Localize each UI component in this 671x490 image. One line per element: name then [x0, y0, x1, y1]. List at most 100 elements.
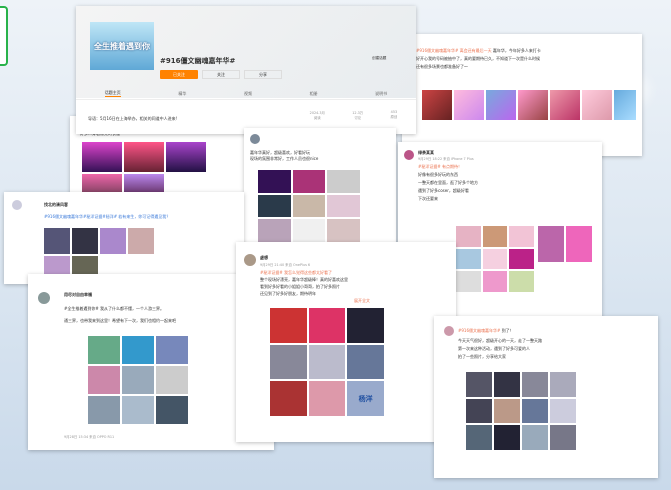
post-photo[interactable] — [486, 90, 516, 120]
grid-photo[interactable] — [482, 226, 508, 247]
grid-photo[interactable] — [550, 425, 576, 450]
avatar[interactable] — [444, 326, 454, 336]
post-photo[interactable] — [550, 90, 580, 120]
grid-photo[interactable] — [456, 271, 481, 292]
tab-home[interactable]: 话题主页 — [104, 90, 121, 97]
grid-photo[interactable] — [292, 219, 326, 242]
post-photo[interactable] — [582, 90, 612, 120]
post-photo[interactable] — [72, 256, 98, 276]
grid-photo[interactable] — [292, 194, 326, 218]
post-time: 9月29日 18:22 来自 iPhone 7 Plus — [418, 157, 474, 161]
post-text: #916僵文幽魂嘉年华#秘洋证据#秘洋# 若有来生，你可记得遇见我？ — [44, 214, 171, 219]
tab-album[interactable]: 相册 — [310, 91, 318, 97]
post-photo[interactable] — [82, 142, 122, 172]
post-photo[interactable] — [518, 90, 548, 120]
grid-photo[interactable] — [270, 381, 307, 416]
grid-photo[interactable] — [122, 366, 154, 394]
follow-button[interactable]: 已关注 — [160, 70, 198, 79]
grid-photo[interactable] — [88, 396, 120, 424]
grid-photo[interactable] — [347, 344, 384, 380]
grid-photo[interactable] — [258, 194, 291, 218]
avatar[interactable] — [250, 134, 260, 144]
user-name[interactable]: 虚想 — [260, 255, 268, 261]
post-photo[interactable] — [44, 256, 70, 276]
grid-photo[interactable] — [327, 219, 360, 242]
grid-photo[interactable] — [156, 336, 188, 364]
grid-photo[interactable] — [466, 425, 492, 450]
tab-manual[interactable]: 说明书 — [375, 91, 387, 97]
side-photo[interactable] — [538, 226, 564, 262]
post-photo[interactable] — [166, 142, 206, 172]
topic-title: #916僵文幽魂嘉年华# — [160, 57, 236, 65]
grid-photo[interactable] — [292, 170, 326, 193]
tab-video[interactable]: 视频 — [244, 91, 252, 97]
side-photo[interactable] — [566, 226, 592, 262]
grid-photo[interactable] — [456, 226, 481, 247]
topic-header-card: 全生推着遇到你 #916僵文幽魂嘉年华# 已关注 关注 分享 创建话题 话题主页… — [76, 6, 416, 134]
grid-photo[interactable] — [308, 344, 346, 380]
weibo-post-card: #916僵文幽魂嘉年华# 到了！ 今天天气很好，超级开心的一天，走了一整天路 第… — [434, 316, 658, 478]
grid-photo[interactable] — [122, 336, 154, 364]
grid-photo[interactable] — [509, 271, 534, 292]
grid-photo[interactable] — [482, 248, 508, 270]
grid-photo[interactable] — [494, 372, 520, 397]
post-photo[interactable] — [454, 90, 484, 120]
grid-photo[interactable] — [466, 398, 492, 424]
photo-grid — [258, 170, 360, 242]
post-text: 好开心我的号码被抽中了，真的要期待已久，不知道下一次是什么时候 — [416, 56, 540, 61]
user-name[interactable]: 找北的清风客 — [44, 202, 68, 208]
avatar[interactable] — [38, 292, 50, 304]
grid-photo[interactable] — [88, 336, 120, 364]
grid-photo[interactable] — [550, 372, 576, 397]
post-photo[interactable] — [44, 228, 70, 254]
grid-photo[interactable] — [494, 398, 520, 424]
grid-photo[interactable] — [156, 396, 188, 424]
post-photo[interactable] — [72, 228, 98, 254]
user-name[interactable]: 用尽对自由幸福 — [64, 292, 92, 298]
topic-stats: 2024.3月 阅读 12.3万 讨论 453 原创 — [296, 110, 411, 120]
grid-photo[interactable] — [258, 170, 291, 193]
post-photo[interactable] — [128, 228, 154, 254]
avatar[interactable] — [244, 254, 256, 266]
follow-button-secondary[interactable]: 关注 — [202, 70, 240, 79]
avatar[interactable] — [404, 150, 414, 160]
stat-label: 阅读 — [313, 116, 321, 120]
grid-photo[interactable] — [494, 425, 520, 450]
grid-photo[interactable] — [347, 308, 384, 343]
grid-photo[interactable] — [156, 366, 188, 394]
grid-photo[interactable] — [327, 194, 360, 218]
post-photo[interactable] — [422, 90, 452, 120]
grid-photo[interactable] — [482, 271, 508, 292]
grid-photo[interactable] — [270, 344, 307, 380]
grid-photo[interactable] — [88, 366, 120, 394]
grid-photo[interactable] — [550, 398, 576, 424]
photo-grid: 杨洋 — [270, 308, 384, 416]
grid-photo[interactable] — [327, 170, 360, 193]
weibo-post-card: #916僵文幽魂嘉年华# 离会还有最后一天 嘉年华，今年好多人来打卡 好开心我的… — [402, 34, 642, 156]
grid-photo[interactable] — [466, 372, 492, 397]
grid-photo[interactable] — [522, 398, 548, 424]
grid-photo[interactable] — [270, 308, 307, 343]
grid-photo[interactable] — [122, 396, 154, 424]
expand-link[interactable]: 展开全文 — [354, 298, 370, 304]
grid-photo[interactable]: 杨洋 — [347, 381, 384, 416]
tab-featured[interactable]: 精华 — [178, 91, 186, 97]
weibo-post-card: 嘉年华真好，超级喜欢，好看好玩 现场的氛围非常好，工作人员也很nice — [244, 128, 396, 252]
grid-photo[interactable] — [522, 372, 548, 397]
grid-photo[interactable] — [258, 219, 291, 242]
create-topic-button[interactable]: 创建话题 — [372, 56, 386, 61]
grid-photo[interactable] — [308, 381, 346, 416]
post-photo[interactable] — [124, 142, 164, 172]
grid-photo[interactable] — [509, 248, 534, 270]
grid-photo[interactable] — [308, 308, 346, 343]
share-label: 分享 — [259, 71, 267, 77]
avatar[interactable] — [12, 200, 22, 210]
post-text: 好像有很多好玩的东西 — [418, 172, 458, 177]
grid-photo[interactable] — [522, 425, 548, 450]
grid-photo[interactable] — [456, 248, 481, 270]
share-button[interactable]: 分享 — [244, 70, 282, 79]
post-photo[interactable] — [100, 228, 126, 254]
post-time: 9月28日 15:34 来自 OPPO R11 — [64, 435, 115, 439]
post-photo[interactable] — [614, 90, 636, 120]
grid-photo[interactable] — [509, 226, 534, 247]
